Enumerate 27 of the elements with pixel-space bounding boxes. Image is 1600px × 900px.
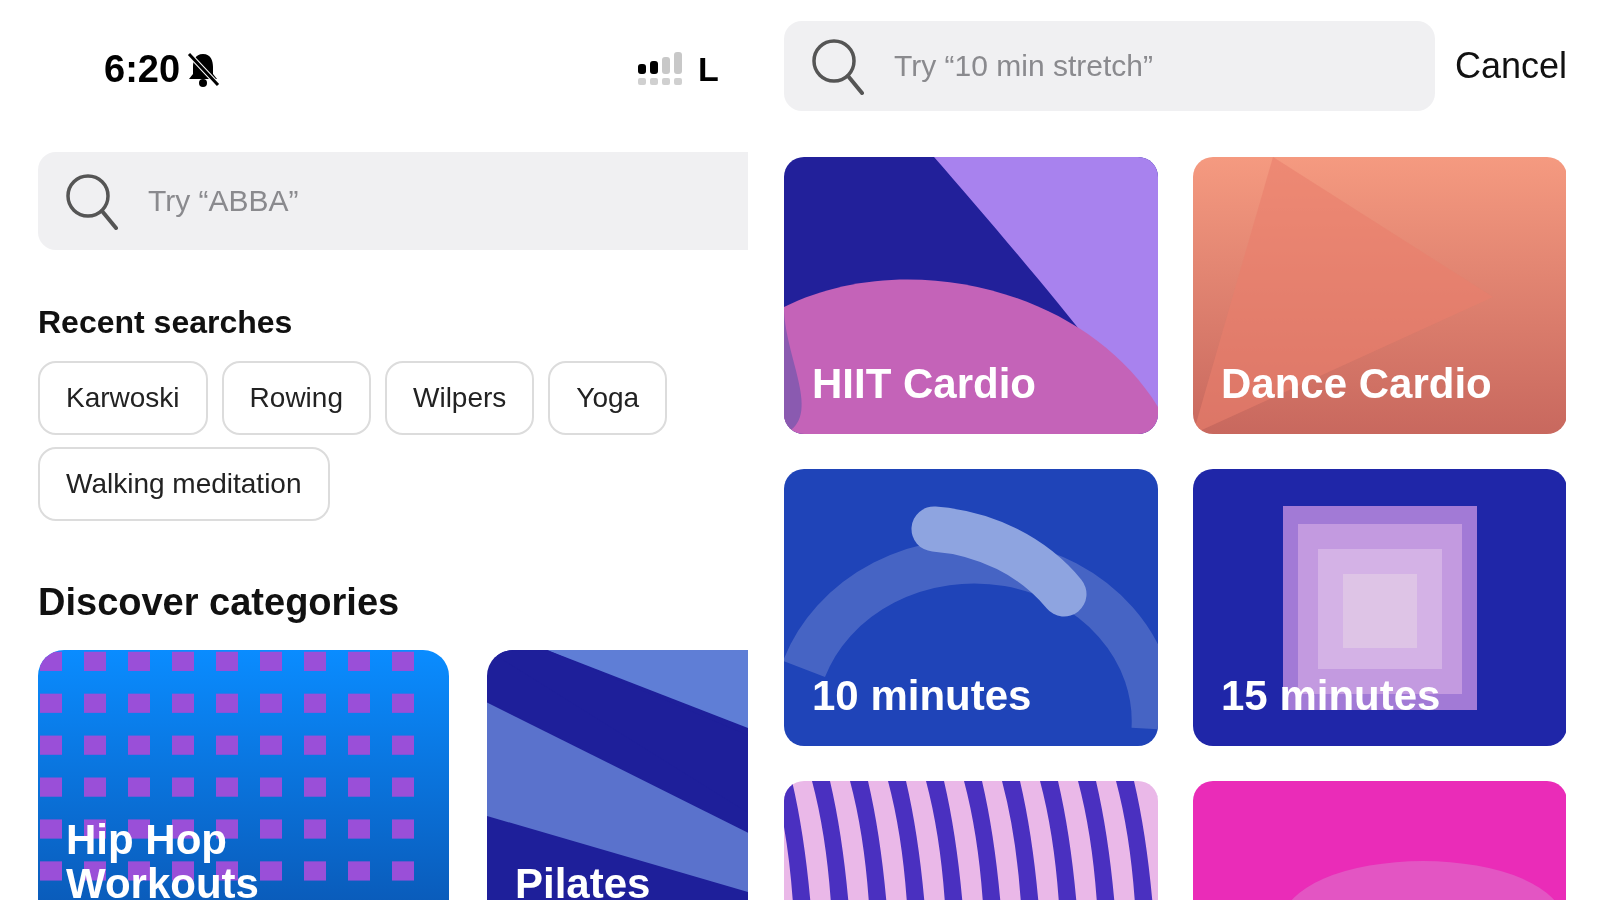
muted-bell-icon [186,51,221,87]
search-icon [810,37,864,95]
search-bar[interactable]: Try “10 min stretch” [784,21,1435,111]
category-title: Hip Hop Workouts [66,817,260,900]
search-bar[interactable]: Try “ABBA” [38,152,748,250]
section-title: Recent searches [38,304,294,341]
status-time: 6:20 [104,47,181,91]
category-title: Pilates [515,861,652,900]
search-field[interactable]: Try “10 min stretch” [892,48,1435,84]
section-title: Discover categories [38,581,401,624]
network-label: L [698,49,719,89]
recent-search-chip[interactable]: Karwoski [38,361,208,435]
recent-search-chip[interactable]: Walking meditation [38,447,330,521]
category-card[interactable]: Hip Hop Workouts [38,650,449,900]
category-title: HIIT Cardio [812,361,1037,406]
recent-search-chip[interactable]: Rowing [221,361,371,435]
signal-icon [638,52,685,86]
category-card[interactable]: 10 minutes [784,469,1158,746]
search-field[interactable]: Try “ABBA” [146,183,748,219]
recent-search-chip[interactable]: Wilpers [385,361,535,435]
category-title: Dance Cardio [1221,361,1493,406]
recent-search-chip[interactable]: Yoga [548,361,668,435]
category-card[interactable]: Pilates [487,650,748,900]
category-title: 10 minutes [812,673,1033,718]
category-card[interactable]: HIIT Cardio [784,157,1158,434]
cancel-button[interactable]: Cancel [1455,45,1566,87]
search-icon [64,172,118,230]
